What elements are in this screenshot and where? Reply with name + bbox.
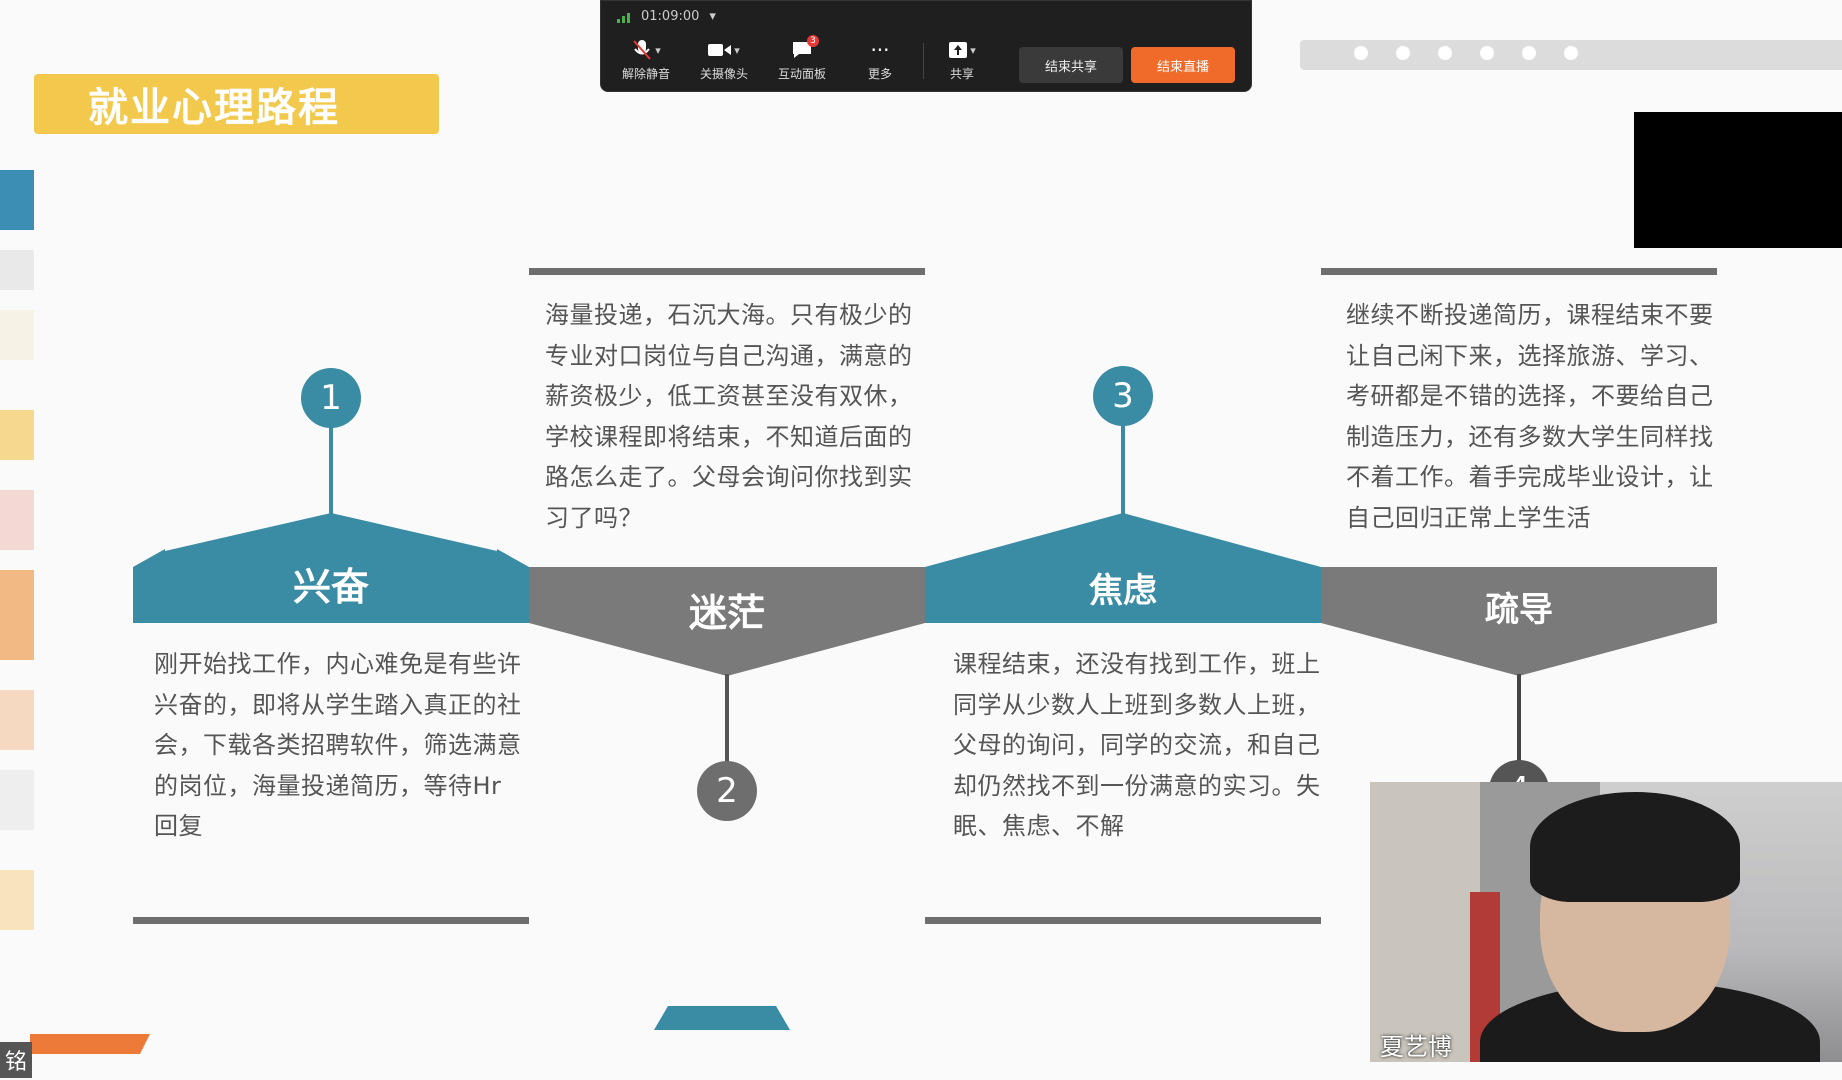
corner-name-tag: 铭: [0, 1042, 32, 1078]
share-button[interactable]: ▾ 共享: [927, 37, 997, 82]
stage-4-stem: [1517, 674, 1521, 766]
end-live-button[interactable]: 结束直播: [1131, 47, 1235, 83]
camera-off-label: 关摄像头: [699, 67, 748, 81]
meeting-timer: 01:09:00: [641, 9, 700, 24]
camera-off-button[interactable]: ▾ 关摄像头: [689, 37, 759, 82]
stage-3-label: 焦虑: [1089, 571, 1157, 611]
microphone-muted-icon: ▾: [611, 37, 681, 63]
share-label: 共享: [949, 67, 974, 81]
end-share-button[interactable]: 结束共享: [1019, 47, 1123, 83]
decorative-orange-bar: [30, 1034, 150, 1054]
timer-chevron-icon[interactable]: ▾: [709, 9, 716, 24]
toolbar-divider: [923, 43, 924, 79]
chat-badge: 3: [807, 35, 819, 47]
signal-icon: [617, 12, 630, 23]
stage-1-label: 兴奋: [292, 565, 369, 609]
stage-2-text: 海量投递，石沉大海。只有极少的专业对口岗位与自己沟通，满意的薪资极少，低工资甚至…: [545, 301, 913, 532]
stage-2-number: 2: [697, 761, 757, 821]
stage-3-text: 课程结束，还没有找到工作，班上同学从少数人上班到多数人上班，父母的询问，同学的交…: [953, 650, 1321, 840]
more-label: 更多: [867, 67, 892, 81]
stage-2-stem: [725, 674, 729, 766]
stage-1-number: 1: [301, 368, 361, 428]
more-icon: ···: [870, 38, 890, 62]
stage-4-text: 继续不断投递简历，课程结束不要让自己闲下来，选择旅游、学习、考研都是不错的选择，…: [1346, 301, 1714, 532]
unmute-button[interactable]: ▾ 解除静音: [611, 37, 681, 82]
unmute-label: 解除静音: [621, 67, 670, 81]
stage-1-text: 刚开始找工作，内心难免是有些许兴奋的，即将从学生踏入真正的社会，下载各类招聘软件…: [154, 650, 522, 840]
camera-icon: ▾: [689, 37, 759, 63]
stage-1-stem: [329, 425, 333, 515]
presenter-name: 夏艺博: [1380, 1033, 1452, 1061]
meeting-toolbar: 01:09:00 ▾ ▾ 解除静音 ▾ 关摄像头 3 互动面板 ··· 更多 ▾…: [600, 0, 1252, 92]
share-icon: ▾: [927, 37, 997, 63]
video-person-hair: [1530, 792, 1740, 902]
chat-icon: 3: [767, 35, 837, 63]
toolbar-status: 01:09:00 ▾: [617, 9, 716, 24]
stage-4-label: 疏导: [1485, 590, 1553, 630]
stage-3-stem: [1121, 423, 1125, 515]
stage-2-label: 迷茫: [688, 591, 765, 635]
interaction-panel-label: 互动面板: [777, 67, 826, 81]
stage-3-number: 3: [1093, 366, 1153, 426]
presenter-video[interactable]: 夏艺博: [1370, 782, 1842, 1062]
more-button[interactable]: ··· 更多: [845, 37, 915, 82]
decorative-bottom-triangle: [654, 1006, 790, 1030]
interaction-panel-button[interactable]: 3 互动面板: [767, 35, 837, 82]
